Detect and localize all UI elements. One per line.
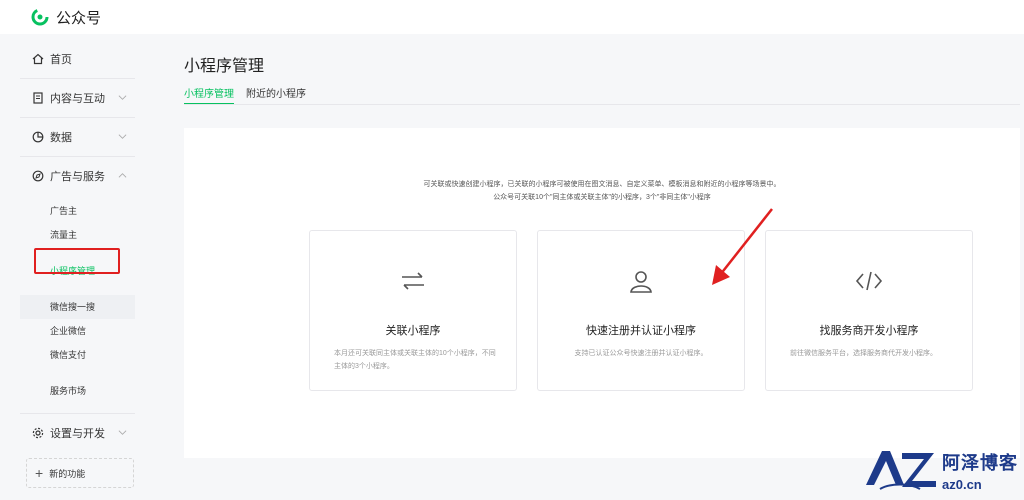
content-panel: 可关联或快速创建小程序，已关联的小程序可被使用在图文消息、自定义菜单、模板消息和… (184, 128, 1020, 458)
tab-nearby-miniprogram[interactable]: 附近的小程序 (246, 85, 306, 105)
code-icon (855, 271, 883, 291)
option-description: 支持已认证公众号快速注册并认证小程序。 (574, 350, 708, 357)
new-feature-label: 新的功能 (49, 468, 86, 479)
plus-icon: + (35, 465, 44, 481)
watermark-title: 阿泽博客 (942, 452, 1018, 473)
option-title: 找服务商开发小程序 (819, 325, 919, 337)
home-icon (32, 53, 44, 65)
sidebar-subitem-search[interactable]: 微信搜一搜 (20, 295, 135, 319)
app-title: 公众号 (56, 9, 102, 27)
sidebar-subitem-traffic[interactable]: 流量主 (20, 223, 135, 247)
option-title: 关联小程序 (385, 325, 441, 337)
watermark-logo-text: AZ (860, 445, 862, 446)
highlight-annotation-box (34, 248, 120, 274)
watermark: AZ 阿泽博客 az0.cn (860, 440, 1024, 500)
user-outline-icon (630, 271, 652, 293)
option-description: 前往微信服务平台，选择服务商代开发小程序。 (790, 350, 937, 357)
sidebar: 首页 内容与互动 数据 广告与服务 广告主 流量主 小程序管理 微信搜一搜 企业… (20, 40, 135, 500)
chevron-down-icon (118, 134, 127, 139)
intro-line-1: 可关联或快速创建小程序，已关联的小程序可被使用在图文消息、自定义菜单、模板消息和… (423, 181, 781, 188)
option-card-find-provider[interactable]: 找服务商开发小程序 前往微信服务平台，选择服务商代开发小程序。 (765, 230, 973, 391)
sidebar-item-label: 设置与开发 (50, 428, 105, 440)
sidebar-subitem-service-market[interactable]: 服务市场 (20, 379, 135, 403)
watermark-url: az0.cn (942, 476, 982, 492)
sidebar-item-label: 数据 (50, 132, 72, 144)
option-card-link-miniprogram[interactable]: 关联小程序 本月还可关联同主体或关联主体的10个小程序，不同主体的3个小程序。 (309, 230, 517, 391)
chevron-down-icon (118, 430, 127, 435)
page-title: 小程序管理 (184, 58, 265, 75)
chevron-down-icon (118, 95, 127, 100)
intro-line-2: 公众号可关联10个"同主体或关联主体"的小程序，3个"非同主体"小程序 (493, 194, 711, 201)
sidebar-item-content[interactable]: 内容与互动 (20, 79, 135, 117)
tab-miniprogram-manage[interactable]: 小程序管理 (184, 85, 234, 105)
tab-divider (184, 104, 1020, 105)
pie-chart-icon (32, 131, 44, 143)
sidebar-item-settings[interactable]: 设置与开发 (20, 414, 135, 452)
red-annotation-arrow-icon (712, 208, 773, 285)
sidebar-item-data[interactable]: 数据 (20, 118, 135, 156)
top-bar: 公众号 (0, 0, 1024, 34)
sidebar-item-home[interactable]: 首页 (20, 40, 135, 78)
option-description: 本月还可关联同主体或关联主体的10个小程序，不同主体的3个小程序。 (334, 350, 496, 370)
sidebar-item-label: 首页 (50, 54, 72, 66)
compass-icon (32, 170, 44, 182)
option-title: 快速注册并认证小程序 (586, 325, 696, 337)
gear-icon (32, 427, 44, 439)
tab-bar: 小程序管理 附近的小程序 (184, 85, 318, 105)
new-feature-button[interactable]: + 新的功能 (26, 458, 134, 488)
sidebar-subitem-advertiser[interactable]: 广告主 (20, 199, 135, 223)
sidebar-item-label: 广告与服务 (50, 171, 105, 183)
az-logo-icon: AZ (860, 445, 936, 490)
wechat-official-logo-icon (31, 8, 49, 26)
sidebar-item-label: 内容与互动 (50, 93, 105, 105)
sidebar-item-ads[interactable]: 广告与服务 (20, 157, 135, 195)
swap-arrows-icon (402, 272, 424, 290)
chevron-up-icon (118, 173, 127, 178)
document-icon (33, 92, 43, 104)
sidebar-subitem-work-wechat[interactable]: 企业微信 (20, 319, 135, 343)
intro-description: 可关联或快速创建小程序，已关联的小程序可被使用在图文消息、自定义菜单、模板消息和… (184, 178, 1020, 204)
sidebar-subitem-wechat-pay[interactable]: 微信支付 (20, 343, 135, 367)
